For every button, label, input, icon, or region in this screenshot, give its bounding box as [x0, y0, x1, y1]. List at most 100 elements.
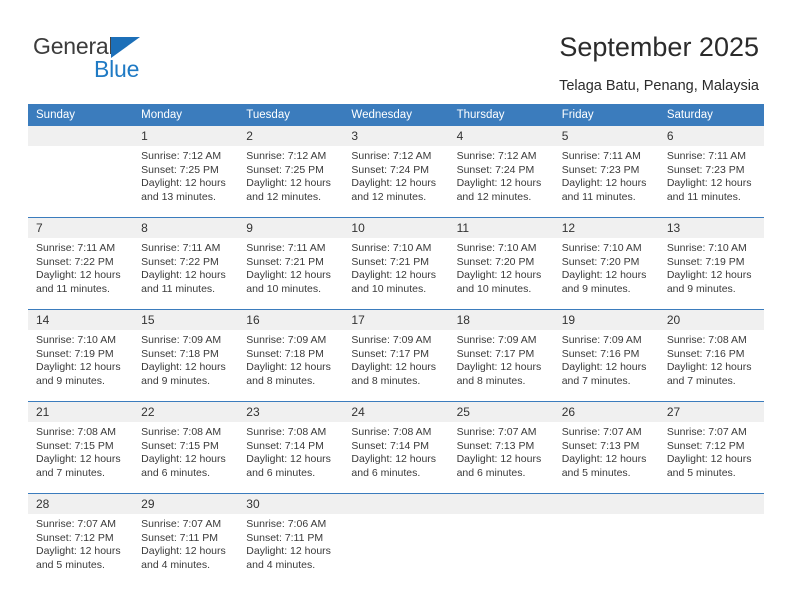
- sunset-text: Sunset: 7:23 PM: [666, 163, 745, 176]
- daylight-text-line1: Daylight: 12 hours: [561, 269, 647, 282]
- day-number[interactable]: 21: [28, 401, 134, 422]
- sunrise-text: Sunrise: 7:08 AM: [351, 426, 432, 438]
- day-number[interactable]: 23: [238, 401, 344, 422]
- logo-triangle-icon: [111, 37, 140, 58]
- day-cell[interactable]: Sunrise: 7:07 AM Sunset: 7:12 PM Dayligh…: [658, 422, 764, 494]
- day-number[interactable]: 11: [448, 217, 554, 238]
- day-cell[interactable]: Sunrise: 7:09 AM Sunset: 7:17 PM Dayligh…: [343, 330, 449, 402]
- day-number[interactable]: 13: [658, 217, 764, 238]
- day-number[interactable]: [343, 493, 449, 514]
- day-number[interactable]: 1: [133, 126, 239, 146]
- day-cell[interactable]: [28, 146, 134, 218]
- weekday-header-saturday: Saturday: [658, 104, 764, 126]
- day-number[interactable]: 20: [658, 309, 764, 330]
- day-number[interactable]: 25: [448, 401, 554, 422]
- sunrise-text: Sunrise: 7:11 AM: [246, 242, 326, 254]
- day-number[interactable]: 22: [133, 401, 239, 422]
- day-number[interactable]: 16: [238, 309, 344, 330]
- day-number[interactable]: [658, 493, 764, 514]
- generalblue-logo[interactable]: General Blue: [33, 33, 213, 83]
- day-cell[interactable]: [658, 514, 764, 585]
- sunrise-text: Sunrise: 7:07 AM: [141, 518, 222, 530]
- day-cell[interactable]: Sunrise: 7:09 AM Sunset: 7:18 PM Dayligh…: [238, 330, 344, 402]
- day-cell[interactable]: [448, 514, 554, 585]
- day-cell[interactable]: Sunrise: 7:09 AM Sunset: 7:17 PM Dayligh…: [448, 330, 554, 402]
- day-cell[interactable]: Sunrise: 7:10 AM Sunset: 7:19 PM Dayligh…: [658, 238, 764, 310]
- daylight-text-line2: and 11 minutes.: [666, 190, 741, 203]
- day-cell[interactable]: [553, 514, 659, 585]
- day-cell[interactable]: Sunrise: 7:09 AM Sunset: 7:18 PM Dayligh…: [133, 330, 239, 402]
- daylight-text-line1: Daylight: 12 hours: [246, 545, 331, 558]
- day-number[interactable]: 12: [553, 217, 659, 238]
- day-cell[interactable]: Sunrise: 7:11 AM Sunset: 7:23 PM Dayligh…: [553, 146, 659, 218]
- daylight-text-line2: and 10 minutes.: [246, 282, 321, 295]
- sunset-text: Sunset: 7:17 PM: [351, 347, 430, 360]
- day-number[interactable]: 5: [553, 126, 659, 146]
- day-cell[interactable]: Sunrise: 7:10 AM Sunset: 7:19 PM Dayligh…: [28, 330, 134, 402]
- day-cell[interactable]: Sunrise: 7:07 AM Sunset: 7:13 PM Dayligh…: [448, 422, 554, 494]
- daylight-text-line2: and 10 minutes.: [351, 282, 427, 295]
- day-cell[interactable]: Sunrise: 7:07 AM Sunset: 7:13 PM Dayligh…: [553, 422, 659, 494]
- day-number[interactable]: 27: [658, 401, 764, 422]
- day-cell[interactable]: Sunrise: 7:12 AM Sunset: 7:24 PM Dayligh…: [448, 146, 554, 218]
- sunset-text: Sunset: 7:21 PM: [246, 255, 324, 268]
- week-details-row: Sunrise: 7:11 AM Sunset: 7:22 PM Dayligh…: [28, 238, 764, 310]
- sunrise-text: Sunrise: 7:10 AM: [36, 334, 116, 346]
- day-cell[interactable]: Sunrise: 7:08 AM Sunset: 7:15 PM Dayligh…: [28, 422, 134, 494]
- daylight-text-line2: and 12 minutes.: [456, 190, 532, 203]
- day-cell[interactable]: Sunrise: 7:09 AM Sunset: 7:16 PM Dayligh…: [553, 330, 659, 402]
- day-number[interactable]: 24: [343, 401, 449, 422]
- day-cell[interactable]: Sunrise: 7:06 AM Sunset: 7:11 PM Dayligh…: [238, 514, 344, 585]
- day-number[interactable]: 17: [343, 309, 449, 330]
- sunrise-text: Sunrise: 7:11 AM: [561, 150, 641, 162]
- day-cell[interactable]: Sunrise: 7:12 AM Sunset: 7:25 PM Dayligh…: [238, 146, 344, 218]
- day-cell[interactable]: Sunrise: 7:10 AM Sunset: 7:20 PM Dayligh…: [448, 238, 554, 310]
- day-cell[interactable]: Sunrise: 7:12 AM Sunset: 7:25 PM Dayligh…: [133, 146, 239, 218]
- sunset-text: Sunset: 7:19 PM: [666, 255, 745, 268]
- daylight-text-line1: Daylight: 12 hours: [561, 453, 647, 466]
- day-number[interactable]: 2: [238, 126, 344, 146]
- day-cell[interactable]: Sunrise: 7:11 AM Sunset: 7:22 PM Dayligh…: [28, 238, 134, 310]
- day-number[interactable]: [448, 493, 554, 514]
- day-number[interactable]: 7: [28, 217, 134, 238]
- day-number[interactable]: 28: [28, 493, 134, 514]
- day-number[interactable]: 6: [658, 126, 764, 146]
- daylight-text-line1: Daylight: 12 hours: [36, 545, 121, 558]
- weekday-header-wednesday: Wednesday: [343, 104, 449, 126]
- day-number[interactable]: 19: [553, 309, 659, 330]
- day-cell[interactable]: Sunrise: 7:12 AM Sunset: 7:24 PM Dayligh…: [343, 146, 449, 218]
- day-number[interactable]: 26: [553, 401, 659, 422]
- day-cell[interactable]: Sunrise: 7:08 AM Sunset: 7:14 PM Dayligh…: [343, 422, 449, 494]
- day-number[interactable]: [28, 126, 134, 146]
- day-number[interactable]: 10: [343, 217, 449, 238]
- sunrise-text: Sunrise: 7:12 AM: [351, 150, 432, 162]
- sunset-text: Sunset: 7:23 PM: [561, 163, 640, 176]
- day-number[interactable]: 4: [448, 126, 554, 146]
- daylight-text-line1: Daylight: 12 hours: [456, 453, 542, 466]
- day-cell[interactable]: Sunrise: 7:10 AM Sunset: 7:20 PM Dayligh…: [553, 238, 659, 310]
- day-cell[interactable]: Sunrise: 7:11 AM Sunset: 7:22 PM Dayligh…: [133, 238, 239, 310]
- day-number[interactable]: 3: [343, 126, 449, 146]
- day-cell[interactable]: Sunrise: 7:11 AM Sunset: 7:21 PM Dayligh…: [238, 238, 344, 310]
- day-number[interactable]: 14: [28, 309, 134, 330]
- day-cell[interactable]: Sunrise: 7:07 AM Sunset: 7:11 PM Dayligh…: [133, 514, 239, 585]
- day-number[interactable]: 30: [238, 493, 344, 514]
- day-number[interactable]: 15: [133, 309, 239, 330]
- day-cell[interactable]: Sunrise: 7:11 AM Sunset: 7:23 PM Dayligh…: [658, 146, 764, 218]
- day-number[interactable]: 9: [238, 217, 344, 238]
- day-cell[interactable]: Sunrise: 7:08 AM Sunset: 7:14 PM Dayligh…: [238, 422, 344, 494]
- day-cell[interactable]: Sunrise: 7:07 AM Sunset: 7:12 PM Dayligh…: [28, 514, 134, 585]
- day-cell[interactable]: Sunrise: 7:08 AM Sunset: 7:15 PM Dayligh…: [133, 422, 239, 494]
- day-cell[interactable]: [343, 514, 449, 585]
- day-number[interactable]: 8: [133, 217, 239, 238]
- weekday-header-sunday: Sunday: [28, 104, 134, 126]
- day-number[interactable]: 29: [133, 493, 239, 514]
- weekday-header-tuesday: Tuesday: [238, 104, 344, 126]
- day-cell[interactable]: Sunrise: 7:08 AM Sunset: 7:16 PM Dayligh…: [658, 330, 764, 402]
- day-cell[interactable]: Sunrise: 7:10 AM Sunset: 7:21 PM Dayligh…: [343, 238, 449, 310]
- daylight-text-line2: and 6 minutes.: [141, 466, 211, 479]
- week-daynumbers-row: 28 29 30: [28, 493, 764, 514]
- day-number[interactable]: [553, 493, 659, 514]
- daylight-text-line2: and 13 minutes.: [141, 190, 216, 203]
- day-number[interactable]: 18: [448, 309, 554, 330]
